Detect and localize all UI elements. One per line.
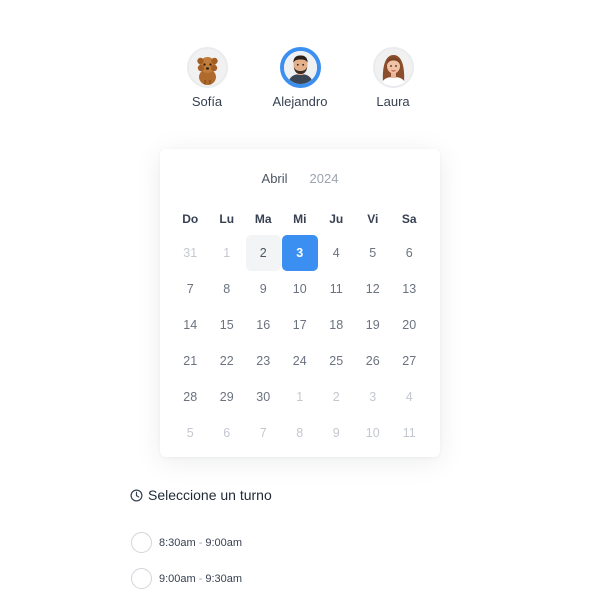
calendar-card: Abril 2024 Do Lu Ma Mi Ju Vi Sa 31 1 2 3 4 5 6 7 8 9 10 1… bbox=[160, 149, 440, 457]
slot-end: 9:00am bbox=[205, 536, 243, 549]
weekday-header-row: Do Lu Ma Mi Ju Vi Sa bbox=[172, 212, 428, 226]
staff-name: Laura bbox=[376, 94, 410, 109]
time-slot-label: 8:30am -9:00am bbox=[159, 537, 242, 549]
calendar-day[interactable]: 8 bbox=[209, 271, 245, 307]
calendar-day[interactable]: 27 bbox=[392, 343, 428, 379]
staff-name: Sofía bbox=[191, 94, 223, 109]
staff-option-alejandro[interactable]: Alejandro bbox=[260, 47, 340, 109]
calendar-day[interactable]: 20 bbox=[392, 307, 428, 343]
calendar-day[interactable]: 6 bbox=[209, 415, 245, 451]
calendar-day[interactable]: 8 bbox=[282, 415, 318, 451]
calendar-day[interactable]: 11 bbox=[392, 415, 428, 451]
calendar-day[interactable]: 18 bbox=[319, 307, 355, 343]
calendar-day[interactable]: 9 bbox=[319, 415, 355, 451]
calendar-day[interactable]: 29 bbox=[209, 379, 245, 415]
calendar-day[interactable]: 28 bbox=[173, 379, 209, 415]
staff-option-sofia[interactable]: Sofía bbox=[167, 47, 247, 109]
clock-icon bbox=[130, 488, 143, 502]
calendar-day[interactable]: 30 bbox=[246, 379, 282, 415]
staff-option-laura[interactable]: Laura bbox=[353, 47, 433, 109]
slot-start: 8:30am bbox=[159, 536, 196, 549]
calendar-day[interactable]: 22 bbox=[209, 343, 245, 379]
calendar-day[interactable]: 24 bbox=[282, 343, 318, 379]
staff-name: Alejandro bbox=[272, 94, 328, 109]
calendar-day[interactable]: 4 bbox=[319, 235, 355, 271]
slot-start: 9:00am bbox=[159, 572, 196, 585]
calendar-day[interactable]: 4 bbox=[392, 379, 428, 415]
avatar bbox=[372, 47, 414, 88]
slot-end: 9:30am bbox=[205, 572, 243, 585]
calendar-day[interactable]: 10 bbox=[355, 415, 391, 451]
calendar-day-grid: 31 1 2 3 4 5 6 7 8 9 10 11 12 13 14 15 16 17 18 19 20 21 22 23 2… bbox=[172, 235, 428, 451]
avatar bbox=[279, 47, 321, 88]
shift-title-text: Seleccione un turno bbox=[148, 487, 272, 503]
slot-separator: - bbox=[198, 572, 203, 585]
time-slot-radio[interactable] bbox=[131, 568, 152, 589]
weekday-label: Lu bbox=[219, 212, 235, 226]
calendar-day[interactable]: 21 bbox=[173, 343, 209, 379]
calendar-day[interactable]: 3 bbox=[355, 379, 391, 415]
avatar bbox=[186, 47, 228, 88]
woman-avatar-icon bbox=[374, 49, 412, 86]
slot-separator: - bbox=[198, 536, 203, 549]
calendar-day[interactable]: 23 bbox=[246, 343, 282, 379]
calendar-day-today[interactable]: 2 bbox=[245, 235, 281, 271]
calendar-day[interactable]: 6 bbox=[392, 235, 428, 271]
calendar-day[interactable]: 2 bbox=[319, 379, 355, 415]
calendar-day[interactable]: 12 bbox=[355, 271, 391, 307]
calendar-day[interactable]: 26 bbox=[355, 343, 391, 379]
calendar-day[interactable]: 15 bbox=[209, 307, 245, 343]
calendar-day[interactable]: 13 bbox=[392, 271, 428, 307]
calendar-day-selected[interactable]: 3 bbox=[282, 235, 318, 271]
calendar-day[interactable]: 14 bbox=[173, 307, 209, 343]
time-slot-option[interactable]: 9:00am -9:30am bbox=[131, 568, 242, 589]
weekday-label: Sa bbox=[401, 212, 417, 226]
calendar-day[interactable]: 5 bbox=[355, 235, 391, 271]
weekday-label: Mi bbox=[293, 212, 307, 226]
month-selector[interactable]: Abril bbox=[262, 171, 288, 186]
calendar-day[interactable]: 5 bbox=[173, 415, 209, 451]
calendar-day[interactable]: 17 bbox=[282, 307, 318, 343]
time-slot-radio[interactable] bbox=[131, 532, 152, 553]
calendar-day[interactable]: 9 bbox=[246, 271, 282, 307]
man-avatar-icon bbox=[283, 51, 317, 84]
calendar-day[interactable]: 25 bbox=[319, 343, 355, 379]
calendar-day[interactable]: 7 bbox=[246, 415, 282, 451]
weekday-label: Vi bbox=[367, 212, 379, 226]
calendar-day[interactable]: 31 bbox=[173, 235, 209, 271]
calendar-day[interactable]: 19 bbox=[355, 307, 391, 343]
weekday-label: Do bbox=[182, 212, 199, 226]
year-selector[interactable]: 2024 bbox=[310, 171, 339, 186]
weekday-label: Ma bbox=[254, 212, 272, 226]
weekday-label: Ju bbox=[329, 212, 344, 226]
calendar-day[interactable]: 1 bbox=[209, 235, 245, 271]
calendar-day[interactable]: 16 bbox=[246, 307, 282, 343]
dog-avatar-icon bbox=[188, 49, 226, 86]
calendar-day[interactable]: 10 bbox=[282, 271, 318, 307]
calendar-day[interactable]: 1 bbox=[282, 379, 318, 415]
time-slot-label: 9:00am -9:30am bbox=[159, 573, 242, 585]
shift-section-title: Seleccione un turno bbox=[130, 487, 272, 503]
calendar-header: Abril 2024 bbox=[160, 171, 440, 186]
calendar-day[interactable]: 11 bbox=[319, 271, 355, 307]
calendar-day[interactable]: 7 bbox=[173, 271, 209, 307]
time-slot-option[interactable]: 8:30am -9:00am bbox=[131, 532, 242, 553]
